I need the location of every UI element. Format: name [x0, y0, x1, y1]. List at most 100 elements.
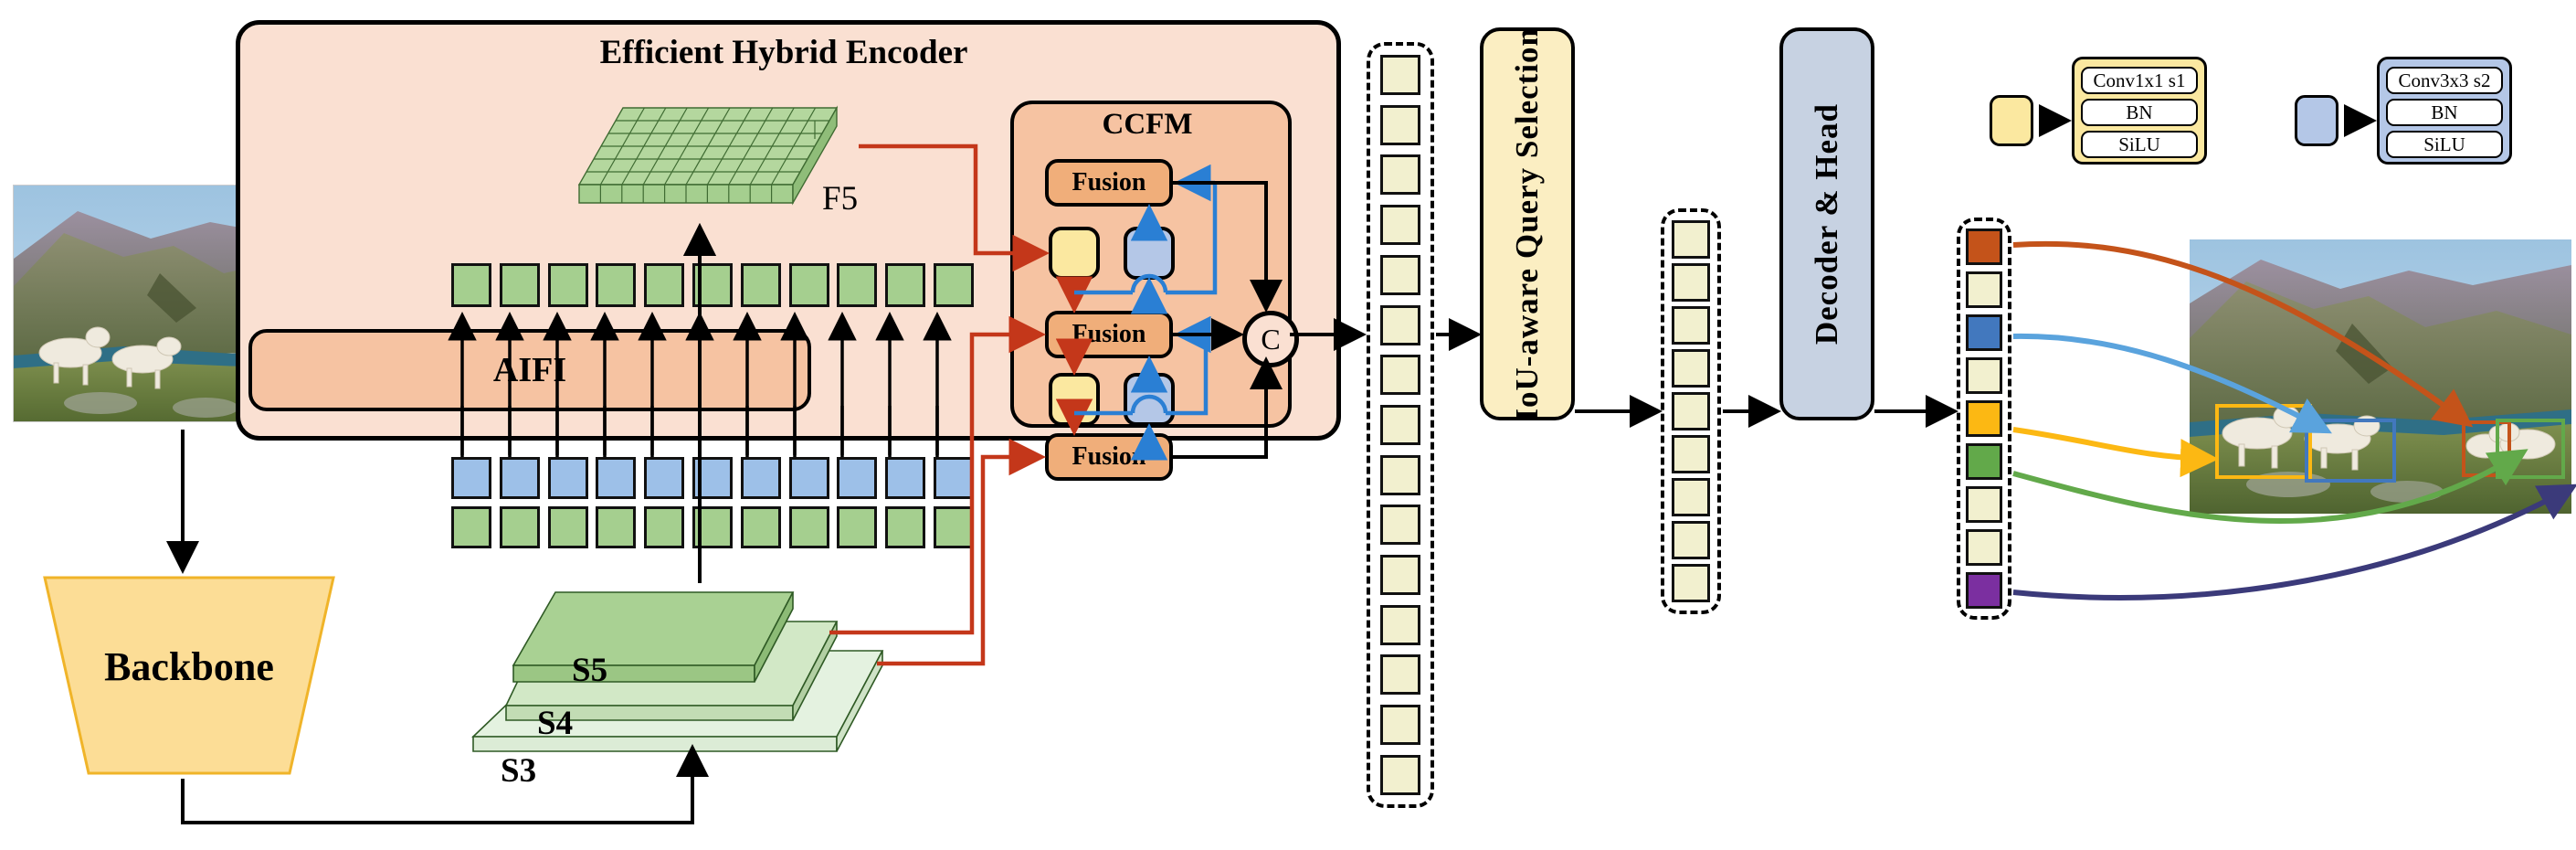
selected-query-token — [1672, 435, 1710, 473]
ccfm-title: CCFM — [1102, 108, 1193, 141]
decoder-query-token-column — [1957, 218, 2011, 620]
aifi-input-blue-token — [933, 457, 974, 499]
backbone-block[interactable]: Backbone — [20, 574, 358, 777]
fusion-top-label: Fusion — [1072, 168, 1146, 197]
selected-query-token — [1672, 521, 1710, 559]
aifi-output-token — [692, 263, 733, 307]
aifi-input-green-token — [644, 506, 685, 548]
aifi-input-blue-token — [451, 457, 491, 499]
aifi-input-blue-token — [596, 457, 637, 499]
conv3x3-block-lower[interactable] — [1124, 373, 1175, 426]
selected-query-token — [1672, 564, 1710, 602]
aifi-output-token — [885, 263, 926, 307]
aifi-input-blue-token — [692, 457, 733, 499]
aifi-output-token — [596, 263, 637, 307]
selected-query-token — [1672, 478, 1710, 516]
s4-label: S4 — [537, 705, 574, 742]
concat-symbol: C — [1261, 322, 1281, 356]
decoder-query-token — [1966, 271, 2002, 308]
aifi-output-token — [740, 263, 781, 307]
aifi-label: AIFI — [492, 351, 567, 389]
legend-blue-chip — [2295, 95, 2338, 146]
aifi-input-green-token — [596, 506, 637, 548]
s5-label: S5 — [572, 652, 608, 689]
aifi-input-green-token — [933, 506, 974, 548]
sequence-token — [1380, 104, 1420, 145]
aifi-input-blue-token-row — [451, 457, 974, 503]
aifi-input-blue-token — [788, 457, 829, 499]
aifi-input-blue-token — [837, 457, 878, 499]
sequence-token — [1380, 654, 1420, 696]
conv1x1-block-upper[interactable] — [1049, 227, 1100, 280]
selected-query-token — [1672, 392, 1710, 430]
aifi-input-green-token-row — [451, 506, 974, 552]
aifi-output-token — [933, 263, 974, 307]
fusion-bottom-label: Fusion — [1072, 442, 1146, 471]
legend-yellow-row: Conv1x1 s1 — [2081, 66, 2198, 94]
decoder-query-token — [1966, 357, 2002, 394]
fusion-block-bottom[interactable]: Fusion — [1045, 433, 1173, 481]
fusion-mid-label: Fusion — [1072, 320, 1146, 348]
aifi-block[interactable]: AIFI — [248, 329, 811, 411]
aifi-output-token — [837, 263, 878, 307]
encoder-title: Efficient Hybrid Encoder — [599, 34, 968, 71]
conv3x3-block-upper[interactable] — [1124, 227, 1175, 280]
sequence-token — [1380, 604, 1420, 645]
encoder-output-token-column — [1367, 42, 1434, 808]
aifi-output-token-row — [451, 263, 974, 311]
sequence-token — [1380, 304, 1420, 345]
aifi-input-green-token — [692, 506, 733, 548]
aifi-input-green-token — [788, 506, 829, 548]
aifi-input-blue-token — [740, 457, 781, 499]
decoder-head-label: Decoder & Head — [1809, 102, 1844, 345]
iou-aware-query-selection-panel[interactable]: IoU-aware Query Selection — [1480, 27, 1575, 420]
selected-query-token-column — [1661, 208, 1721, 614]
aifi-output-token — [644, 263, 685, 307]
legend-yellow-row: SiLU — [2081, 130, 2198, 158]
aifi-input-blue-token — [644, 457, 685, 499]
sequence-token — [1380, 754, 1420, 795]
link-yellow — [2012, 427, 2219, 478]
fusion-block-mid[interactable]: Fusion — [1045, 311, 1173, 358]
aifi-output-token — [788, 263, 829, 307]
sequence-token — [1380, 254, 1420, 295]
aifi-output-token — [499, 263, 540, 307]
aifi-output-token — [547, 263, 588, 307]
selected-query-token — [1672, 306, 1710, 345]
legend-blue-stack: Conv3x3 s2 BN SiLU — [2377, 57, 2512, 165]
output-detection-image — [2190, 239, 2571, 514]
legend-yellow-chip — [1990, 95, 2033, 146]
decoder-query-token — [1966, 572, 2002, 609]
output-image-art — [2190, 239, 2571, 514]
diagram-canvas: Backbone Efficient Hybrid Encoder F5 AIF… — [0, 0, 2576, 850]
sequence-token — [1380, 205, 1420, 246]
legend-yellow-row: BN — [2081, 98, 2198, 126]
legend-blue-row: BN — [2386, 98, 2503, 126]
decoder-query-token — [1966, 529, 2002, 566]
s3-label: S3 — [501, 752, 537, 790]
selected-query-token — [1672, 349, 1710, 388]
decoder-and-head-panel[interactable]: Decoder & Head — [1779, 27, 1874, 420]
aifi-input-green-token — [740, 506, 781, 548]
sequence-token — [1380, 705, 1420, 746]
aifi-input-blue-token — [547, 457, 588, 499]
aifi-input-green-token — [885, 506, 926, 548]
decoder-query-token — [1966, 400, 2002, 437]
legend-yellow-stack: Conv1x1 s1 BN SiLU — [2072, 57, 2207, 165]
sequence-token — [1380, 505, 1420, 546]
query-selection-label: IoU-aware Query Selection — [1509, 27, 1545, 421]
sequence-token — [1380, 404, 1420, 445]
aifi-input-green-token — [499, 506, 540, 548]
decoder-query-token — [1966, 228, 2002, 265]
decoder-query-token — [1966, 443, 2002, 480]
decoder-query-token — [1966, 314, 2002, 351]
fusion-block-top[interactable]: Fusion — [1045, 159, 1173, 207]
sequence-token — [1380, 454, 1420, 495]
s3-s4-s5-art — [471, 591, 884, 752]
conv1x1-block-lower[interactable] — [1049, 373, 1100, 426]
sequence-token — [1380, 55, 1420, 95]
aifi-output-token — [451, 263, 491, 307]
selected-query-token — [1672, 220, 1710, 259]
sequence-token — [1380, 154, 1420, 196]
legend-blue-row: SiLU — [2386, 130, 2503, 158]
